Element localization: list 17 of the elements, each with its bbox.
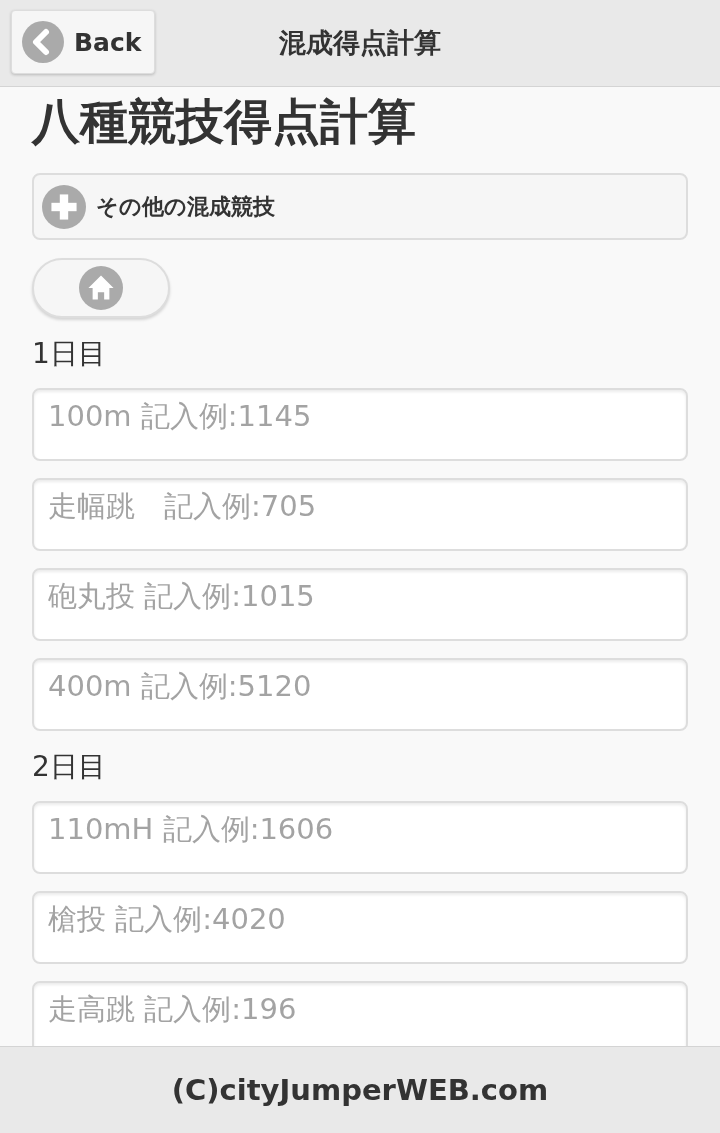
header-title: 混成得点計算 <box>279 26 441 60</box>
section-heading: 2日目 <box>32 753 107 781</box>
input-field[interactable]: 槍投 記入例:4020 <box>32 891 688 964</box>
collapsible-header[interactable]: その他の混成競技 <box>32 173 688 240</box>
input-field[interactable]: 100m 記入例:1145 <box>32 388 688 461</box>
home-icon <box>79 266 123 310</box>
page-title: 八種競技得点計算 <box>32 93 417 149</box>
input-field[interactable]: 走幅跳 記入例:705 <box>32 478 688 551</box>
plus-icon <box>42 184 86 229</box>
input-field[interactable]: 110mH 記入例:1606 <box>32 801 688 874</box>
input-field[interactable]: 400m 記入例:5120 <box>32 658 688 731</box>
footer-text: (C)cityJumperWEB.com <box>0 1046 720 1133</box>
home-button[interactable] <box>32 258 170 318</box>
section-heading: 1日目 <box>32 340 107 368</box>
input-field[interactable]: 砲丸投 記入例:1015 <box>32 568 688 641</box>
back-button[interactable]: Back <box>11 10 155 74</box>
input-field[interactable]: 走高跳 記入例:196 <box>32 981 688 1046</box>
